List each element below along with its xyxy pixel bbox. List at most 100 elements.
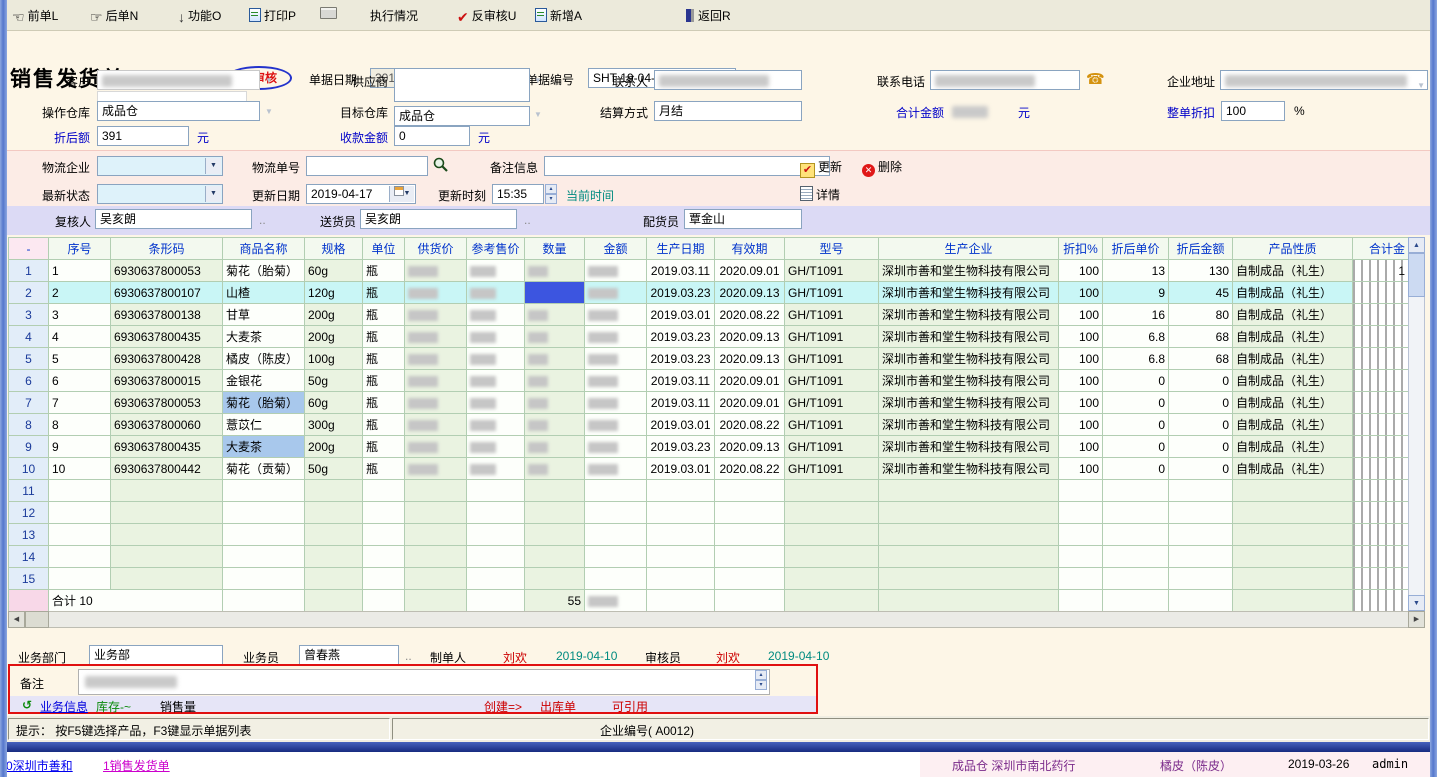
grid-cell[interactable]	[585, 326, 647, 348]
grid-cell[interactable]: 4	[49, 326, 111, 348]
grid-cell[interactable]	[1233, 568, 1353, 590]
grid-cell[interactable]: 0	[1169, 392, 1233, 414]
grid-cell[interactable]: 6930637800428	[111, 348, 223, 370]
grid-cell[interactable]: 6930637800435	[111, 436, 223, 458]
grid-cell[interactable]	[879, 546, 1059, 568]
grid-cell[interactable]: 菊花（胎菊）	[223, 260, 305, 282]
grid-cell[interactable]	[405, 546, 467, 568]
after-discount-input[interactable]: 391	[97, 126, 189, 146]
grid-cell[interactable]: 2019.03.23	[647, 436, 715, 458]
col-header-total-amt[interactable]: 合计金	[1353, 238, 1409, 260]
grid-cell[interactable]	[363, 568, 405, 590]
grid-cell[interactable]	[1103, 590, 1169, 612]
note-info-input[interactable]	[544, 156, 830, 176]
grid-cell[interactable]: 5	[49, 348, 111, 370]
remark-textarea[interactable]	[78, 669, 770, 695]
grid-cell[interactable]: 2019.03.01	[647, 414, 715, 436]
grid-cell[interactable]	[467, 458, 525, 480]
grid-cell[interactable]: 45	[1169, 282, 1233, 304]
op-warehouse-input[interactable]: 成品仓	[97, 101, 260, 121]
grid-cell[interactable]	[1233, 524, 1353, 546]
chevron-down-icon[interactable]: ▼	[205, 158, 221, 174]
grid-cell[interactable]	[49, 524, 111, 546]
grid-cell[interactable]	[363, 590, 405, 612]
grid-cell[interactable]: 1	[49, 260, 111, 282]
printer-button[interactable]	[320, 7, 337, 21]
grid-cell[interactable]: GH/T1091	[785, 348, 879, 370]
grid-cell[interactable]: 9	[1103, 282, 1169, 304]
col-header-discount[interactable]: 折扣%	[1059, 238, 1103, 260]
grid-cell[interactable]	[405, 524, 467, 546]
grid-cell[interactable]	[585, 524, 647, 546]
grid-cell[interactable]: 2020.08.22	[715, 304, 785, 326]
grid-cell[interactable]: 自制成品（礼生）	[1233, 458, 1353, 480]
grid-cell[interactable]	[467, 260, 525, 282]
grid-cell[interactable]: 2020.09.13	[715, 436, 785, 458]
grid-cell[interactable]	[223, 502, 305, 524]
grid-cell[interactable]: 6	[49, 370, 111, 392]
add-new-button[interactable]: 新增A	[535, 7, 582, 24]
grid-cell[interactable]: 深圳市善和堂生物科技有限公司	[879, 326, 1059, 348]
search-icon[interactable]	[432, 156, 449, 176]
grid-cell[interactable]	[1233, 590, 1353, 612]
grid-cell[interactable]: 3	[49, 304, 111, 326]
refresh-icon[interactable]: ↺	[22, 698, 32, 712]
grid-cell[interactable]	[525, 458, 585, 480]
grid-cell[interactable]	[223, 546, 305, 568]
grid-cell[interactable]: 瓶	[363, 282, 405, 304]
v-scroll-thumb[interactable]	[1408, 253, 1425, 297]
grid-cell[interactable]	[405, 480, 467, 502]
prev-doc-button[interactable]: ☜前单L	[12, 7, 58, 26]
grid-cell[interactable]	[305, 546, 363, 568]
grid-cell[interactable]: 50g	[305, 370, 363, 392]
grid-cell[interactable]	[585, 370, 647, 392]
grid-cell[interactable]: 2020.09.13	[715, 282, 785, 304]
row-marker[interactable]: 4	[9, 326, 49, 348]
grid-cell[interactable]	[405, 370, 467, 392]
grid-cell[interactable]: 深圳市善和堂生物科技有限公司	[879, 348, 1059, 370]
grid-cell[interactable]: 200g	[305, 436, 363, 458]
grid-cell[interactable]: 6930637800107	[111, 282, 223, 304]
grid-cell[interactable]: 深圳市善和堂生物科技有限公司	[879, 458, 1059, 480]
grid-cell[interactable]: 2019.03.23	[647, 348, 715, 370]
grid-cell[interactable]	[785, 524, 879, 546]
grid-cell[interactable]: 100	[1059, 370, 1103, 392]
grid-cell[interactable]	[223, 568, 305, 590]
grid-cell[interactable]	[111, 568, 223, 590]
row-marker[interactable]: 5	[9, 348, 49, 370]
grid-cell[interactable]: 100	[1059, 414, 1103, 436]
grid-cell[interactable]	[305, 480, 363, 502]
grid-cell[interactable]: 自制成品（礼生）	[1233, 414, 1353, 436]
grid-cell[interactable]: 菊花（胎菊）	[223, 392, 305, 414]
received-amount-input[interactable]: 0	[394, 126, 470, 146]
waybill-no-input[interactable]	[306, 156, 428, 176]
grid-cell[interactable]	[585, 502, 647, 524]
grid-cell[interactable]	[525, 348, 585, 370]
grid-cell[interactable]: 6930637800435	[111, 326, 223, 348]
h-scrollbar[interactable]	[8, 611, 1425, 628]
col-header-expiry[interactable]: 有效期	[715, 238, 785, 260]
time-spinner[interactable]: ▴▾	[545, 184, 557, 204]
grid-cell[interactable]	[223, 480, 305, 502]
reviewer-input[interactable]: 吴亥朗	[95, 209, 252, 229]
outbound-order-link[interactable]: 出库单	[540, 698, 576, 715]
grid-cell[interactable]: 100	[1059, 436, 1103, 458]
grid-cell[interactable]	[1059, 568, 1103, 590]
dispatcher-input[interactable]: 覃金山	[684, 209, 802, 229]
grid-cell[interactable]	[363, 524, 405, 546]
functions-button[interactable]: ↓功能O	[178, 7, 221, 25]
grid-cell[interactable]: 100	[1059, 282, 1103, 304]
grid-cell[interactable]	[715, 524, 785, 546]
grid-cell[interactable]: 6930637800053	[111, 260, 223, 282]
grid-cell[interactable]: 60g	[305, 392, 363, 414]
row-marker[interactable]: 15	[9, 568, 49, 590]
print-button[interactable]: 打印P	[249, 7, 296, 24]
grid-cell[interactable]: 深圳市善和堂生物科技有限公司	[879, 436, 1059, 458]
grid-cell[interactable]	[525, 546, 585, 568]
grid-cell[interactable]	[405, 568, 467, 590]
grid-cell[interactable]: 300g	[305, 414, 363, 436]
grid-cell[interactable]	[1233, 546, 1353, 568]
grid-cell[interactable]	[1353, 282, 1409, 304]
remark-spinner[interactable]: ▴▾	[755, 670, 767, 690]
grid-cell[interactable]	[647, 502, 715, 524]
